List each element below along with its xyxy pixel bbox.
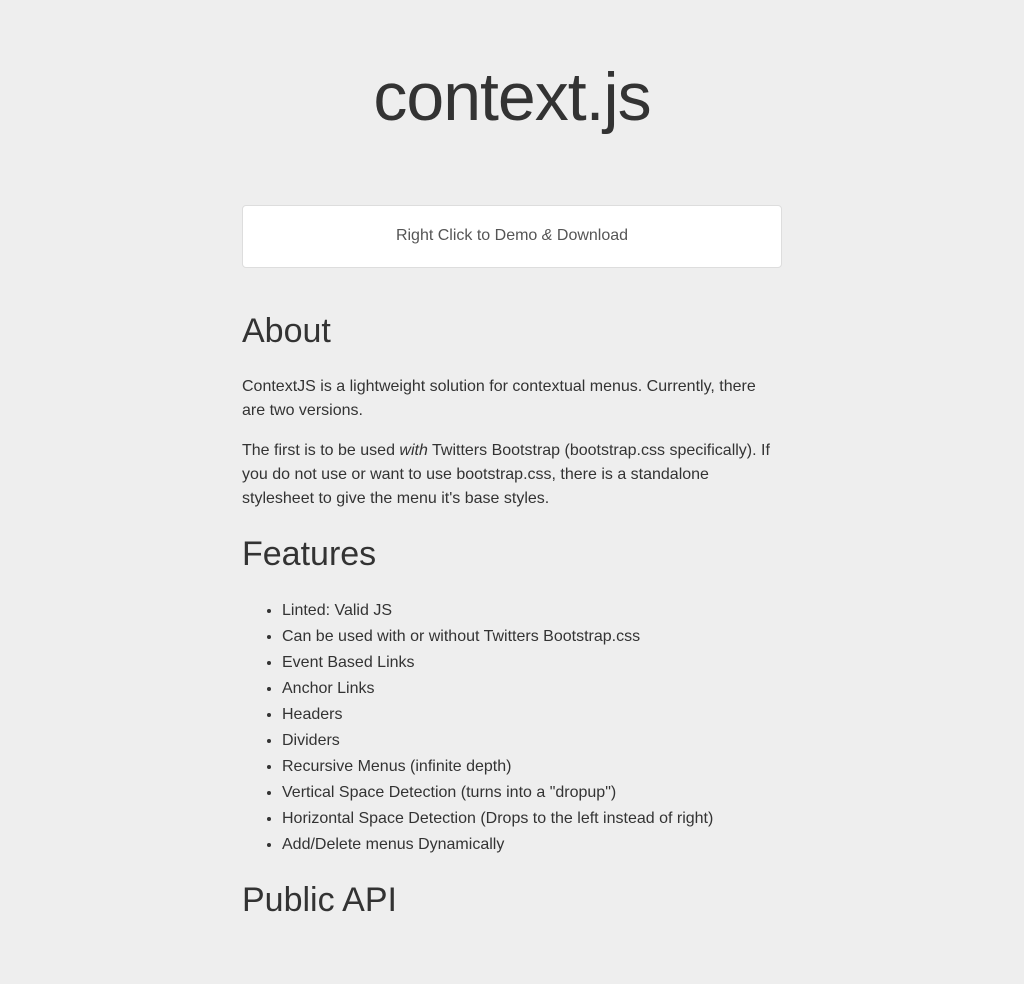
- about-heading: About: [242, 308, 782, 356]
- demo-text-ampersand: &: [542, 227, 553, 244]
- about-paragraph-1: ContextJS is a lightweight solution for …: [242, 375, 782, 423]
- list-item: Can be used with or without Twitters Boo…: [282, 625, 782, 649]
- list-item: Event Based Links: [282, 651, 782, 675]
- about-paragraph-2: The first is to be used with Twitters Bo…: [242, 439, 782, 511]
- list-item: Linted: Valid JS: [282, 599, 782, 623]
- page-title: context.js: [242, 0, 782, 175]
- list-item: Headers: [282, 703, 782, 727]
- about-p2-italic: with: [399, 442, 427, 459]
- demo-download-box[interactable]: Right Click to Demo & Download: [242, 205, 782, 267]
- list-item: Add/Delete menus Dynamically: [282, 833, 782, 857]
- list-item: Vertical Space Detection (turns into a "…: [282, 781, 782, 805]
- features-heading: Features: [242, 531, 782, 579]
- list-item: Anchor Links: [282, 677, 782, 701]
- demo-text-after: Download: [552, 227, 628, 244]
- about-p2-before: The first is to be used: [242, 442, 399, 459]
- list-item: Dividers: [282, 729, 782, 753]
- features-list: Linted: Valid JS Can be used with or wit…: [242, 599, 782, 857]
- list-item: Horizontal Space Detection (Drops to the…: [282, 807, 782, 831]
- demo-text-before: Right Click to Demo: [396, 227, 542, 244]
- public-api-heading: Public API: [242, 877, 782, 925]
- list-item: Recursive Menus (infinite depth): [282, 755, 782, 779]
